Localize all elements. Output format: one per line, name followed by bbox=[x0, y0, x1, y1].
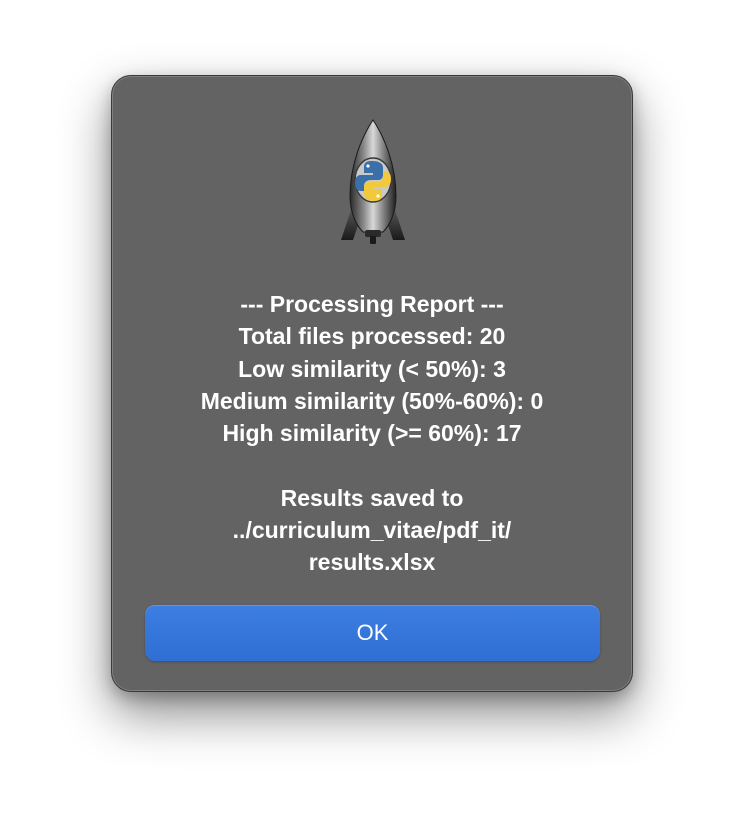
results-saved-line: Results saved to bbox=[280, 484, 464, 511]
report-header: --- Processing Report --- bbox=[240, 291, 504, 317]
alert-dialog: --- Processing Report --- Total files pr… bbox=[111, 75, 633, 692]
message-spacer bbox=[132, 449, 612, 481]
ok-button[interactable]: OK bbox=[145, 605, 600, 661]
results-path-file: results.xlsx bbox=[308, 549, 436, 576]
low-similarity-line: Low similarity (< 50%): 3 bbox=[238, 355, 506, 382]
python-launcher-rocket-icon bbox=[341, 119, 405, 244]
total-files-line: Total files processed: 20 bbox=[238, 323, 506, 350]
results-path-dir: ../curriculum_vitae/pdf_it/ bbox=[232, 517, 512, 544]
high-similarity-line: High similarity (>= 60%): 17 bbox=[222, 420, 522, 447]
report-message: --- Processing Report --- Total files pr… bbox=[132, 288, 612, 579]
medium-similarity-line: Medium similarity (50%-60%): 0 bbox=[200, 387, 544, 414]
